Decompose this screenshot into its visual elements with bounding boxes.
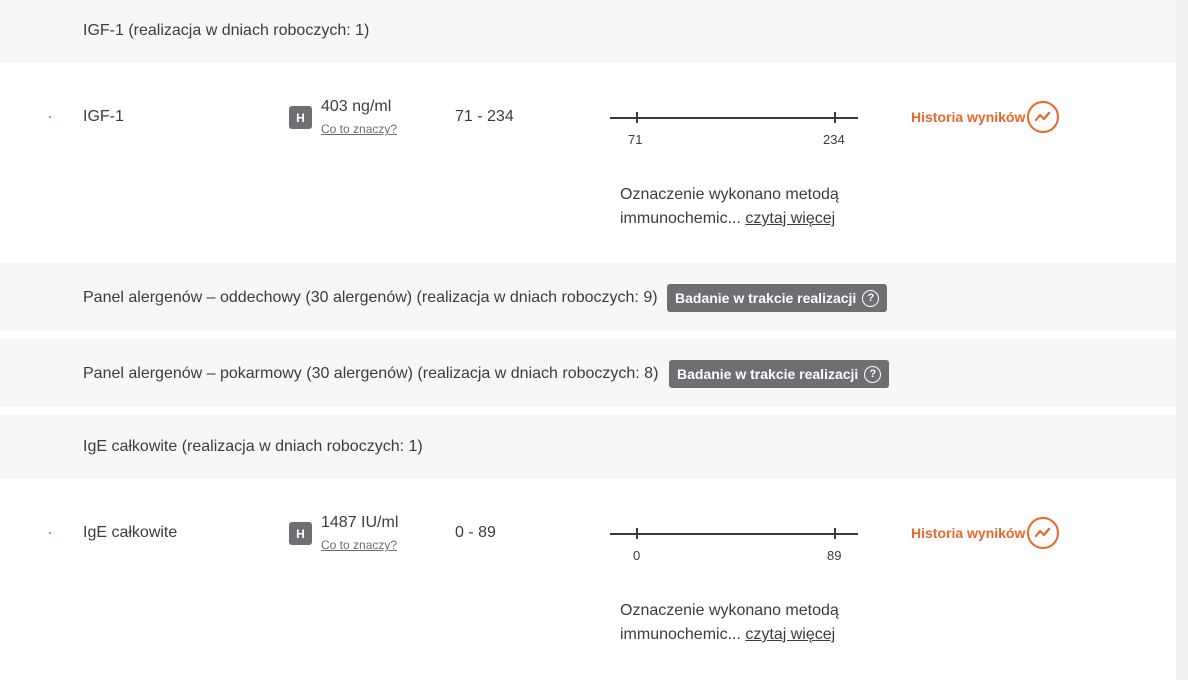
scale-min-label: 0 <box>633 548 641 563</box>
trend-chart-icon[interactable] <box>1027 101 1059 133</box>
in-progress-badge-label: Badanie w trakcie realizacji <box>675 290 857 306</box>
method-note-line1: Oznaczenie wykonano metodą <box>620 602 839 619</box>
scale-min-tick <box>636 528 638 539</box>
section-title: IgE całkowite (realizacja w dniach roboc… <box>83 438 423 455</box>
high-flag-badge: H <box>289 106 312 129</box>
scrollbar-track[interactable] <box>1176 0 1188 680</box>
section-header-respiratory-panel: Panel alergenów – oddechowy (30 alergenó… <box>0 263 1176 331</box>
what-does-it-mean-link[interactable]: Co to znaczy? <box>321 538 397 552</box>
test-name: IGF-1 <box>83 108 124 125</box>
result-value: 1487 IU/ml <box>321 514 399 531</box>
results-history-link[interactable]: Historia wyników <box>911 525 1025 541</box>
in-progress-badge[interactable]: Badanie w trakcie realizacji ? <box>667 284 888 312</box>
result-row-igf1: IGF-1 H 403 ng/ml Co to znaczy? 71 - 234… <box>0 63 1176 263</box>
read-more-link[interactable]: czytaj więcej <box>745 210 835 227</box>
method-note-line2: immunochemic... <box>620 210 741 227</box>
scale-max-tick <box>834 528 836 539</box>
what-does-it-mean-link[interactable]: Co to znaczy? <box>321 122 397 136</box>
trend-chart-icon[interactable] <box>1027 517 1059 549</box>
scale-max-label: 234 <box>823 132 845 147</box>
result-value: 403 ng/ml <box>321 98 392 115</box>
in-progress-badge-label: Badanie w trakcie realizacji <box>677 366 859 382</box>
test-name: IgE całkowite <box>83 524 178 541</box>
in-progress-badge[interactable]: Badanie w trakcie realizacji ? <box>669 360 890 388</box>
result-row-ige: IgE całkowite H 1487 IU/ml Co to znaczy?… <box>0 479 1176 680</box>
scale-max-label: 89 <box>827 548 842 563</box>
read-more-link[interactable]: czytaj więcej <box>745 626 835 643</box>
reference-range: 0 - 89 <box>455 524 496 541</box>
scale-min-label: 71 <box>628 132 643 147</box>
section-header-ige: IgE całkowite (realizacja w dniach roboc… <box>0 415 1176 479</box>
reference-scale-bar <box>610 533 858 535</box>
results-history-link[interactable]: Historia wyników <box>911 109 1025 125</box>
row-bullet <box>49 532 51 534</box>
section-header-igf1: IGF-1 (realizacja w dniach roboczych: 1) <box>0 0 1176 63</box>
reference-range: 71 - 234 <box>455 108 514 125</box>
section-title: Panel alergenów – oddechowy (30 alergenó… <box>83 289 658 306</box>
reference-scale-bar <box>610 117 858 119</box>
method-note: Oznaczenie wykonano metodą immunochemic.… <box>620 599 839 647</box>
method-note: Oznaczenie wykonano metodą immunochemic.… <box>620 183 839 231</box>
results-page: IGF-1 (realizacja w dniach roboczych: 1)… <box>0 0 1176 680</box>
section-title: IGF-1 (realizacja w dniach roboczych: 1) <box>83 22 370 39</box>
scale-max-tick <box>834 112 836 123</box>
question-circle-icon[interactable]: ? <box>862 289 880 307</box>
high-flag-badge: H <box>289 522 312 545</box>
scale-min-tick <box>636 112 638 123</box>
method-note-line2: immunochemic... <box>620 626 741 643</box>
method-note-line1: Oznaczenie wykonano metodą <box>620 186 839 203</box>
section-title: Panel alergenów – pokarmowy (30 alergenó… <box>83 365 659 382</box>
section-header-food-panel: Panel alergenów – pokarmowy (30 alergenó… <box>0 339 1176 407</box>
row-bullet <box>49 116 51 118</box>
question-circle-icon[interactable]: ? <box>864 365 882 383</box>
